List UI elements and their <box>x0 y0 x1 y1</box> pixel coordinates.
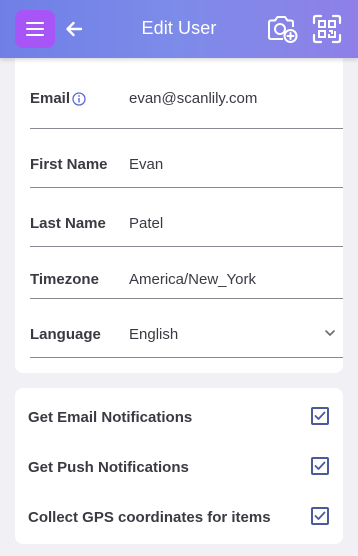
gps-coordinates-checkbox[interactable] <box>311 507 329 525</box>
first-name-label: First Name <box>30 156 108 173</box>
email-row: Email evan@scanlily.com <box>30 77 343 129</box>
language-label: Language <box>30 326 101 343</box>
email-notifications-row[interactable]: Get Email Notifications <box>28 403 329 433</box>
app-header: Edit User <box>0 0 358 58</box>
last-name-row: Last Name Patel <box>30 202 343 247</box>
email-notifications-checkbox[interactable] <box>311 407 329 425</box>
add-photo-button[interactable] <box>265 13 298 45</box>
gps-coordinates-label: Collect GPS coordinates for items <box>28 509 271 526</box>
email-label: Email <box>30 90 86 107</box>
last-name-label: Last Name <box>30 215 106 232</box>
scan-button[interactable] <box>312 14 342 44</box>
timezone-label: Timezone <box>30 271 99 288</box>
user-details-card: Email evan@scanlily.com First Name Evan … <box>15 50 343 373</box>
qr-scan-icon <box>312 14 342 44</box>
chevron-down-icon[interactable] <box>323 326 337 340</box>
timezone-field[interactable]: America/New_York <box>129 271 256 288</box>
email-notifications-label: Get Email Notifications <box>28 409 193 426</box>
last-name-field[interactable]: Patel <box>129 215 163 232</box>
push-notifications-row[interactable]: Get Push Notifications <box>28 453 329 483</box>
email-field[interactable]: evan@scanlily.com <box>129 90 257 107</box>
info-icon[interactable] <box>72 91 86 106</box>
push-notifications-label: Get Push Notifications <box>28 459 189 476</box>
timezone-row: Timezone America/New_York <box>30 258 343 299</box>
first-name-row: First Name Evan <box>30 143 343 188</box>
notifications-card: Get Email Notifications Get Push Notific… <box>15 388 343 544</box>
push-notifications-checkbox[interactable] <box>311 457 329 475</box>
language-row[interactable]: Language English <box>30 313 343 358</box>
checkmark-icon <box>314 461 326 470</box>
first-name-field[interactable]: Evan <box>129 156 163 173</box>
checkmark-icon <box>314 411 326 420</box>
page-title: Edit User <box>141 18 217 38</box>
camera-add-icon <box>267 16 297 43</box>
language-select[interactable]: English <box>129 326 178 343</box>
gps-coordinates-row[interactable]: Collect GPS coordinates for items <box>28 503 329 533</box>
email-label-text: Email <box>30 90 71 107</box>
checkmark-icon <box>314 511 326 520</box>
